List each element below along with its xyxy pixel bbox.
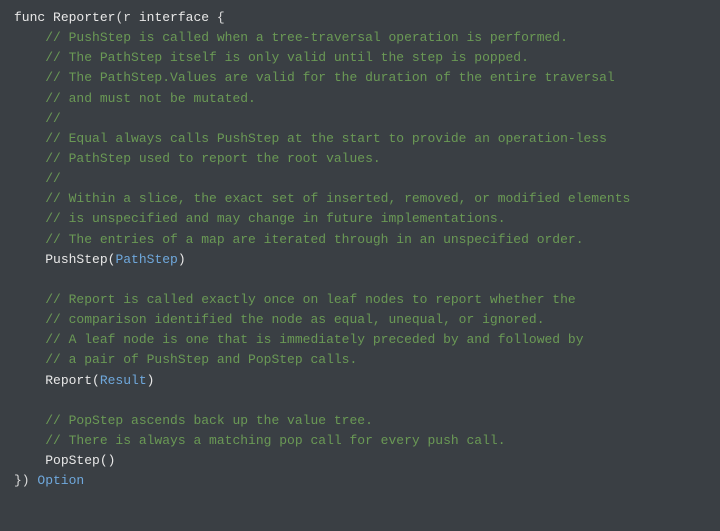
- indent: [14, 30, 45, 45]
- indent: [14, 171, 45, 186]
- comment-line: // PushStep is called when a tree-traver…: [45, 30, 568, 45]
- comment-line: // a pair of PushStep and PopStep calls.: [45, 352, 357, 367]
- type-pathstep: PathStep: [115, 252, 177, 267]
- indent: [14, 312, 45, 327]
- indent: [14, 111, 45, 126]
- comment-line: // Report is called exactly once on leaf…: [45, 292, 576, 307]
- method-pushstep: PushStep(: [45, 252, 115, 267]
- indent: [14, 373, 45, 388]
- comment-line: //: [45, 171, 61, 186]
- indent: [14, 70, 45, 85]
- comment-line: // A leaf node is one that is immediatel…: [45, 332, 583, 347]
- return-type-option: Option: [37, 473, 84, 488]
- comment-line: // The PathStep itself is only valid unt…: [45, 50, 529, 65]
- indent: [14, 413, 45, 428]
- comment-line: // comparison identified the node as equ…: [45, 312, 544, 327]
- indent: [14, 211, 45, 226]
- comment-line: // and must not be mutated.: [45, 91, 256, 106]
- comment-line: // is unspecified and may change in futu…: [45, 211, 505, 226]
- paren-open: (r: [115, 10, 138, 25]
- keyword-func: func: [14, 10, 53, 25]
- indent: [14, 352, 45, 367]
- code-block: func Reporter(r interface { // PushStep …: [14, 8, 706, 491]
- indent: [14, 232, 45, 247]
- comment-line: // PathStep used to report the root valu…: [45, 151, 380, 166]
- comment-line: // The PathStep.Values are valid for the…: [45, 70, 615, 85]
- method-report: Report(: [45, 373, 100, 388]
- comment-line: // There is always a matching pop call f…: [45, 433, 505, 448]
- indent: [14, 191, 45, 206]
- indent: [14, 252, 45, 267]
- indent: [14, 131, 45, 146]
- indent: [14, 332, 45, 347]
- comment-line: // PopStep ascends back up the value tre…: [45, 413, 373, 428]
- indent: [14, 50, 45, 65]
- comment-line: // The entries of a map are iterated thr…: [45, 232, 583, 247]
- comment-line: //: [45, 111, 61, 126]
- indent: [14, 91, 45, 106]
- comment-line: // Equal always calls PushStep at the st…: [45, 131, 607, 146]
- indent: [14, 433, 45, 448]
- type-result: Result: [100, 373, 147, 388]
- paren-close: ): [178, 252, 186, 267]
- method-popstep: PopStep(): [45, 453, 115, 468]
- indent: [14, 453, 45, 468]
- func-name: Reporter: [53, 10, 115, 25]
- indent: [14, 151, 45, 166]
- keyword-interface: interface: [139, 10, 209, 25]
- comment-line: // Within a slice, the exact set of inse…: [45, 191, 630, 206]
- indent: [14, 292, 45, 307]
- paren-close: ): [147, 373, 155, 388]
- brace-close: }): [14, 473, 37, 488]
- brace-open: {: [209, 10, 225, 25]
